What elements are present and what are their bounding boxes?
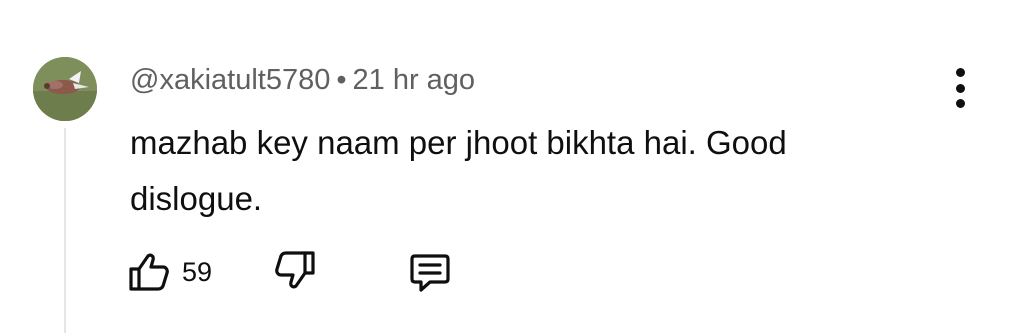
more-dot-icon bbox=[955, 83, 965, 93]
avatar[interactable] bbox=[33, 57, 97, 121]
reply-button[interactable] bbox=[408, 250, 460, 294]
bird-photo-icon bbox=[33, 57, 97, 121]
comment-timestamp[interactable]: 21 hr ago bbox=[353, 64, 476, 96]
comment-text: mazhab key naam per jhoot bikhta hai. Go… bbox=[130, 124, 787, 217]
more-options-button[interactable] bbox=[944, 68, 976, 108]
reply-comment-icon bbox=[410, 254, 450, 292]
reply-thread-line bbox=[64, 128, 66, 333]
thumbs-down-icon bbox=[275, 251, 315, 289]
like-button[interactable]: 59 bbox=[128, 250, 228, 294]
thumbs-up-icon bbox=[129, 253, 169, 291]
dislike-button[interactable] bbox=[274, 250, 326, 294]
author-handle[interactable]: @xakiatult5780 bbox=[130, 64, 330, 96]
like-count: 59 bbox=[182, 257, 213, 287]
more-dot-icon bbox=[955, 99, 965, 108]
more-dot-icon bbox=[955, 68, 965, 77]
comment-meta: @xakiatult5780 • 21 hr ago bbox=[130, 62, 475, 98]
meta-separator: • bbox=[336, 64, 347, 96]
